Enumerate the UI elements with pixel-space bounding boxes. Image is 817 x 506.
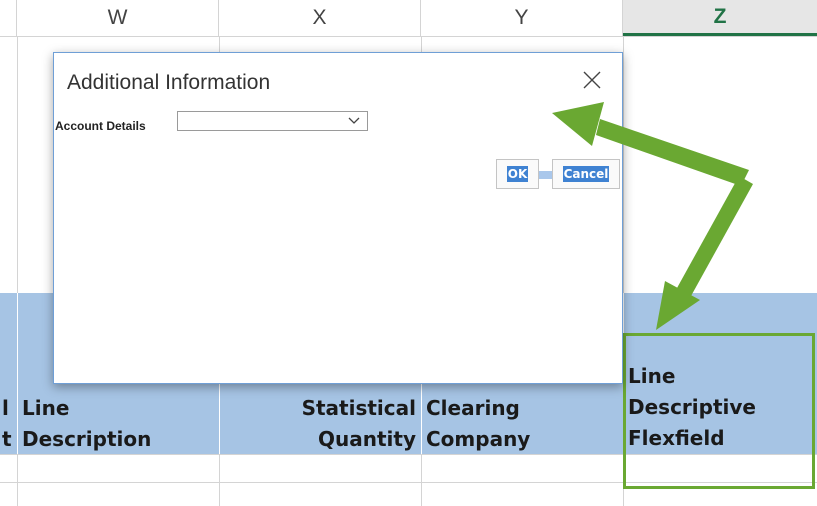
header-cell-clearing-company[interactable]: Clearing Company bbox=[426, 393, 530, 455]
column-header-y[interactable]: Y bbox=[421, 0, 623, 36]
ok-button[interactable]: OK bbox=[496, 159, 539, 189]
account-details-label: Account Details bbox=[55, 119, 146, 133]
chevron-down-icon[interactable] bbox=[347, 114, 361, 128]
column-header-w[interactable]: W bbox=[17, 0, 219, 36]
column-header-z[interactable]: Z bbox=[623, 0, 817, 36]
column-header-x[interactable]: X bbox=[219, 0, 421, 36]
header-cell-v[interactable]: l t bbox=[2, 393, 12, 455]
button-separator bbox=[539, 171, 552, 179]
column-header-v[interactable] bbox=[0, 0, 17, 36]
highlight-box bbox=[623, 333, 815, 489]
additional-information-dialog: Additional Information Account Details O… bbox=[53, 52, 623, 384]
header-divider bbox=[17, 293, 18, 454]
cancel-button-label: Cancel bbox=[562, 166, 610, 182]
header-cell-line-description[interactable]: Line Description bbox=[22, 393, 151, 455]
close-icon[interactable] bbox=[577, 65, 607, 95]
header-cell-statistical-quantity[interactable]: Statistical Quantity bbox=[219, 393, 416, 455]
cancel-button[interactable]: Cancel bbox=[552, 159, 620, 189]
account-details-select[interactable] bbox=[177, 111, 368, 131]
dialog-title: Additional Information bbox=[67, 71, 271, 94]
ok-button-label: OK bbox=[506, 166, 529, 182]
column-header-row: W X Y Z bbox=[0, 0, 817, 37]
